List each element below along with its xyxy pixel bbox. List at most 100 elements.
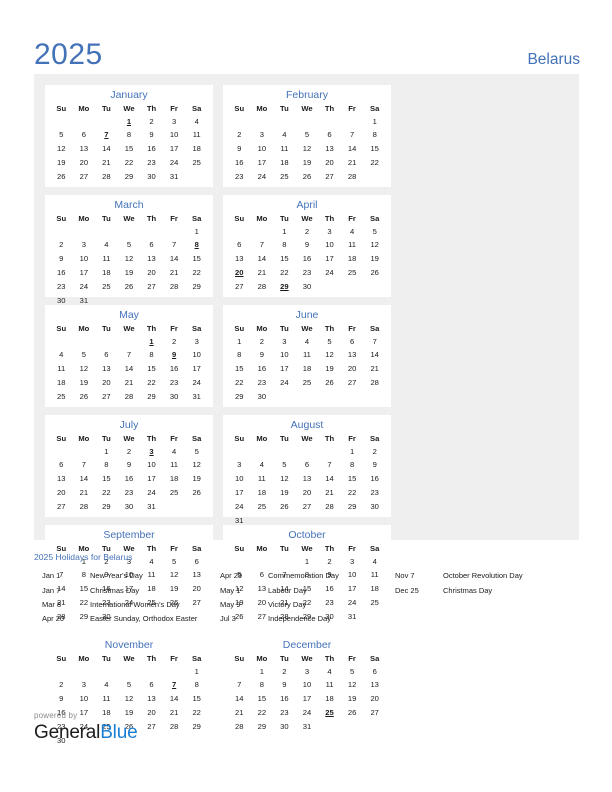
day-cell[interactable]: 11 [341,239,364,253]
day-cell[interactable]: 10 [73,252,96,266]
day-cell[interactable]: 7 [363,335,386,349]
day-cell[interactable]: 26 [73,390,96,404]
day-cell[interactable]: 27 [140,280,163,294]
day-cell[interactable]: 8 [273,239,296,253]
day-cell[interactable]: 28 [73,500,96,514]
day-cell[interactable]: 9 [50,692,73,706]
day-cell[interactable]: 20 [363,692,386,706]
day-cell[interactable]: 21 [228,706,251,720]
day-cell[interactable]: 18 [318,692,341,706]
day-cell[interactable]: 27 [318,170,341,184]
day-cell[interactable]: 5 [73,349,96,363]
day-cell[interactable]: 2 [251,335,274,349]
day-cell[interactable]: 3 [73,239,96,253]
day-cell[interactable]: 21 [363,362,386,376]
day-cell[interactable]: 20 [341,362,364,376]
day-cell[interactable]: 20 [296,486,319,500]
day-cell[interactable]: 29 [341,500,364,514]
day-cell[interactable]: 2 [296,225,319,239]
day-cell[interactable]: 6 [73,129,96,143]
day-cell[interactable]: 6 [140,679,163,693]
day-cell[interactable]: 9 [296,239,319,253]
day-cell[interactable]: 13 [363,679,386,693]
day-cell[interactable]: 2 [273,665,296,679]
day-cell[interactable]: 22 [251,706,274,720]
day-cell[interactable]: 21 [118,376,141,390]
day-cell[interactable]: 29 [251,720,274,734]
day-cell[interactable]: 29 [118,170,141,184]
day-cell[interactable]: 31 [163,170,186,184]
day-cell[interactable]: 8 [363,129,386,143]
day-cell[interactable]: 14 [318,472,341,486]
day-cell[interactable]: 15 [140,362,163,376]
day-cell[interactable]: 10 [273,349,296,363]
day-cell-holiday[interactable]: 1 [118,115,141,129]
day-cell[interactable]: 16 [50,266,73,280]
day-cell[interactable]: 12 [118,252,141,266]
day-cell[interactable]: 12 [118,692,141,706]
day-cell[interactable]: 16 [363,472,386,486]
day-cell[interactable]: 16 [140,142,163,156]
day-cell[interactable]: 27 [95,390,118,404]
day-cell[interactable]: 18 [273,156,296,170]
day-cell[interactable]: 7 [163,239,186,253]
day-cell[interactable]: 27 [50,500,73,514]
day-cell[interactable]: 3 [185,335,208,349]
day-cell[interactable]: 28 [228,720,251,734]
day-cell[interactable]: 11 [163,459,186,473]
day-cell[interactable]: 17 [296,692,319,706]
day-cell[interactable]: 20 [140,706,163,720]
day-cell[interactable]: 3 [73,679,96,693]
day-cell[interactable]: 30 [163,390,186,404]
day-cell[interactable]: 14 [118,362,141,376]
day-cell-holiday[interactable]: 1 [140,335,163,349]
day-cell[interactable]: 19 [296,156,319,170]
day-cell[interactable]: 26 [273,500,296,514]
day-cell[interactable]: 19 [73,376,96,390]
day-cell[interactable]: 13 [318,142,341,156]
day-cell[interactable]: 11 [251,472,274,486]
day-cell[interactable]: 18 [185,142,208,156]
day-cell[interactable]: 26 [118,280,141,294]
day-cell[interactable]: 15 [118,142,141,156]
day-cell[interactable]: 15 [363,142,386,156]
day-cell[interactable]: 14 [73,472,96,486]
day-cell[interactable]: 8 [341,459,364,473]
day-cell-holiday[interactable]: 29 [273,280,296,294]
day-cell[interactable]: 24 [318,266,341,280]
day-cell[interactable]: 28 [163,720,186,734]
day-cell[interactable]: 10 [296,679,319,693]
day-cell[interactable]: 14 [341,142,364,156]
day-cell[interactable]: 28 [251,280,274,294]
day-cell[interactable]: 8 [185,679,208,693]
day-cell[interactable]: 25 [273,170,296,184]
day-cell[interactable]: 1 [228,335,251,349]
day-cell[interactable]: 8 [95,459,118,473]
day-cell[interactable]: 28 [363,376,386,390]
day-cell[interactable]: 19 [50,156,73,170]
day-cell[interactable]: 29 [228,390,251,404]
day-cell[interactable]: 27 [341,376,364,390]
day-cell[interactable]: 4 [185,115,208,129]
day-cell[interactable]: 6 [95,349,118,363]
day-cell[interactable]: 1 [95,445,118,459]
day-cell[interactable]: 12 [50,142,73,156]
day-cell[interactable]: 24 [185,376,208,390]
day-cell[interactable]: 29 [185,280,208,294]
day-cell[interactable]: 3 [318,225,341,239]
day-cell[interactable]: 17 [140,472,163,486]
day-cell[interactable]: 17 [185,362,208,376]
day-cell[interactable]: 10 [185,349,208,363]
day-cell[interactable]: 26 [318,376,341,390]
day-cell[interactable]: 4 [251,459,274,473]
day-cell[interactable]: 28 [95,170,118,184]
day-cell[interactable]: 15 [228,362,251,376]
day-cell[interactable]: 27 [140,720,163,734]
day-cell[interactable]: 7 [251,239,274,253]
day-cell[interactable]: 5 [273,459,296,473]
day-cell[interactable]: 4 [296,335,319,349]
day-cell[interactable]: 13 [341,349,364,363]
day-cell[interactable]: 1 [363,115,386,129]
day-cell[interactable]: 8 [228,349,251,363]
day-cell[interactable]: 22 [140,376,163,390]
